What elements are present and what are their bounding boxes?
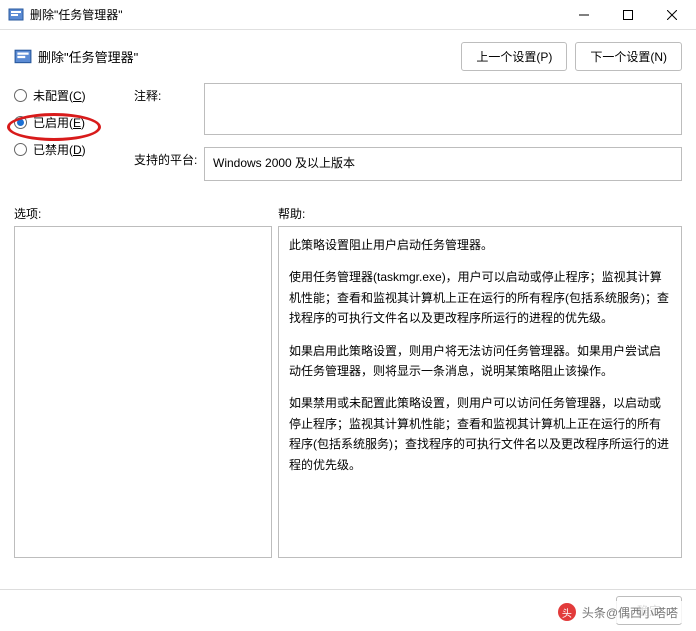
maximize-button[interactable] [612, 3, 644, 27]
help-paragraph: 此策略设置阻止用户启动任务管理器。 [289, 235, 671, 255]
panels: 此策略设置阻止用户启动任务管理器。 使用任务管理器(taskmgr.exe)，用… [0, 226, 696, 558]
section-labels: 选项: 帮助: [0, 193, 696, 226]
help-paragraph: 使用任务管理器(taskmgr.exe)，用户可以启动或停止程序；监视其计算机性… [289, 267, 671, 328]
radio-label: 已启用(E) [33, 114, 85, 131]
toutiao-logo-icon: 头 [558, 603, 576, 621]
options-panel[interactable] [14, 226, 272, 558]
help-paragraph: 如果启用此策略设置，则用户将无法访问任务管理器。如果用户尝试启动任务管理器，则将… [289, 341, 671, 382]
window-title: 删除"任务管理器" [30, 6, 568, 23]
window-controls [568, 3, 688, 27]
titlebar: 删除"任务管理器" [0, 0, 696, 30]
gpedit-icon [8, 7, 24, 23]
platform-text: Windows 2000 及以上版本 [213, 156, 355, 170]
radio-icon [14, 116, 27, 129]
policy-title: 删除"任务管理器" [38, 47, 461, 66]
previous-setting-button[interactable]: 上一个设置(P) [461, 42, 567, 71]
minimize-button[interactable] [568, 3, 600, 27]
footer: 确定 头 头条@偶西小嗒嗒 [0, 589, 696, 631]
gpedit-icon [14, 48, 32, 66]
supported-platform-box[interactable]: Windows 2000 及以上版本 [204, 147, 682, 181]
help-label: 帮助: [278, 205, 305, 222]
nav-buttons: 上一个设置(P) 下一个设置(N) [461, 42, 682, 71]
options-label: 选项: [14, 205, 278, 222]
header-row: 删除"任务管理器" 上一个设置(P) 下一个设置(N) [0, 30, 696, 77]
radio-icon [14, 143, 27, 156]
watermark-text: 头条@偶西小嗒嗒 [582, 604, 678, 621]
radio-label: 已禁用(D) [33, 141, 86, 158]
comment-input[interactable] [204, 83, 682, 135]
radio-enabled[interactable]: 已启用(E) [14, 114, 114, 131]
radio-not-configured[interactable]: 未配置(C) [14, 87, 114, 104]
radio-disabled[interactable]: 已禁用(D) [14, 141, 114, 158]
next-setting-button[interactable]: 下一个设置(N) [575, 42, 682, 71]
radio-label: 未配置(C) [33, 87, 86, 104]
close-button[interactable] [656, 3, 688, 27]
help-panel[interactable]: 此策略设置阻止用户启动任务管理器。 使用任务管理器(taskmgr.exe)，用… [278, 226, 682, 558]
help-paragraph: 如果禁用或未配置此策略设置，则用户可以访问任务管理器，以启动或停止程序；监视其计… [289, 393, 671, 475]
platform-label: 支持的平台: [134, 147, 204, 181]
content-area: 未配置(C) 已启用(E) 已禁用(D) 注释: 支持的平台: Windows … [0, 77, 696, 193]
comment-label: 注释: [134, 83, 204, 135]
radio-group: 未配置(C) 已启用(E) 已禁用(D) [14, 83, 114, 193]
radio-icon [14, 89, 27, 102]
watermark: 头 头条@偶西小嗒嗒 [554, 601, 682, 623]
